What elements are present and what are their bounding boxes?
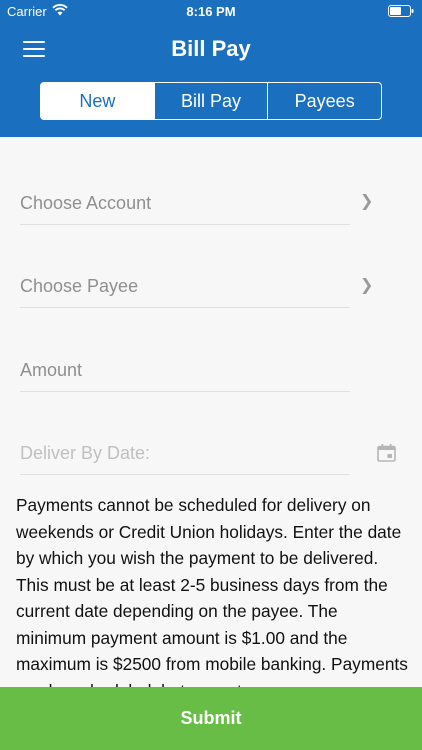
choose-account-field[interactable]: Choose Account — [20, 139, 350, 225]
battery-icon — [388, 5, 414, 17]
chevron-right-icon[interactable]: ❯ — [360, 275, 373, 295]
tab-new[interactable]: New — [41, 83, 154, 119]
chevron-right-icon[interactable]: ❯ — [360, 191, 373, 211]
deliver-by-date-label: Deliver By Date: — [20, 443, 151, 463]
submit-button[interactable]: Submit — [0, 687, 422, 750]
tab-bill-pay[interactable]: Bill Pay — [153, 83, 268, 119]
choose-payee-field[interactable]: Choose Payee — [20, 222, 350, 308]
form-content: Choose Account ❯ Choose Payee ❯ Amount D… — [0, 137, 422, 687]
tab-payees[interactable]: Payees — [267, 83, 381, 119]
amount-field[interactable]: Amount — [20, 306, 350, 392]
segmented-control: New Bill Pay Payees — [40, 82, 382, 120]
status-time: 8:16 PM — [186, 4, 236, 19]
status-bar: Carrier 8:16 PM — [0, 0, 422, 22]
calendar-icon[interactable] — [377, 444, 396, 462]
deliver-by-date-field[interactable]: Deliver By Date: — [20, 389, 350, 475]
choose-payee-label: Choose Payee — [20, 276, 139, 296]
choose-account-label: Choose Account — [20, 193, 152, 213]
page-title: Bill Pay — [171, 36, 251, 61]
amount-label: Amount — [20, 360, 83, 380]
payment-info-text: Payments cannot be scheduled for deliver… — [16, 495, 408, 687]
app-header: Carrier 8:16 PM Bill Pay New Bill Pay Pa… — [0, 0, 422, 137]
